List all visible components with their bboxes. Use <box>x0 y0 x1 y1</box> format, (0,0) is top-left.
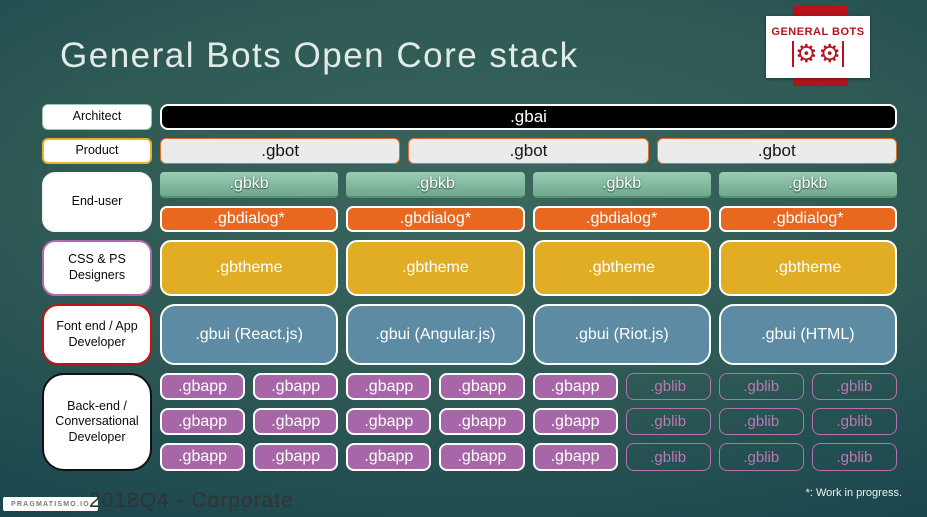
gear-icon: ⚙ <box>818 39 841 68</box>
gbapp-box: .gbapp <box>346 408 432 435</box>
gbot-box: .gbot <box>656 138 897 164</box>
gbtheme-box: .gbtheme <box>718 240 897 296</box>
gbdialog-box: .gbdialog* <box>346 206 525 232</box>
gbapp-box: .gbapp <box>160 408 246 435</box>
layer-gbai: .gbai <box>160 104 897 130</box>
gbapp-box: .gbapp <box>439 443 525 471</box>
logo-gears: ⚙ ⚙ <box>791 39 845 69</box>
gbapp-box: .gbapp <box>160 373 246 400</box>
role-label-end-user: End-user <box>42 172 152 232</box>
gblib-box: .gblib <box>625 373 711 400</box>
slide-label: 2018Q4 - Corporate <box>89 489 294 512</box>
layer-backend-row-1: .gbapp .gbapp .gbapp .gbapp .gbapp .gbli… <box>160 373 897 400</box>
gear-icon: ⚙ <box>795 39 818 68</box>
gbkb-box: .gbkb <box>718 172 897 198</box>
gbtheme-box: .gbtheme <box>160 240 339 296</box>
gbai-box: .gbai <box>160 104 897 130</box>
gblib-box: .gblib <box>811 373 897 400</box>
gblib-box: .gblib <box>718 408 804 435</box>
logo-brand-text: GENERAL BOTS <box>771 25 865 38</box>
gbapp-box: .gbapp <box>532 373 618 400</box>
gbtheme-box: .gbtheme <box>532 240 711 296</box>
logo-left-bar <box>791 40 795 67</box>
gbkb-box: .gbkb <box>160 172 339 198</box>
gbapp-box: .gbapp <box>439 408 525 435</box>
gbdialog-box: .gbdialog* <box>718 206 897 232</box>
gbui-riot-box: .gbui (Riot.js) <box>532 304 711 365</box>
layer-gbot: .gbot .gbot .gbot <box>160 138 897 164</box>
gbot-box: .gbot <box>160 138 401 164</box>
gbtheme-box: .gbtheme <box>346 240 525 296</box>
role-label-frontend-developer: Font end / App Developer <box>42 304 152 365</box>
layer-gbkb: .gbkb .gbkb .gbkb .gbkb <box>160 172 897 198</box>
gblib-box: .gblib <box>625 443 711 471</box>
slide: General Bots Open Core stack GENERAL BOT… <box>0 0 927 517</box>
gbapp-box: .gbapp <box>532 408 618 435</box>
role-label-architect: Architect <box>42 104 152 130</box>
logo-right-bar <box>841 40 845 67</box>
gbapp-box: .gbapp <box>253 408 339 435</box>
gbui-react-box: .gbui (React.js) <box>160 304 339 365</box>
general-bots-logo: GENERAL BOTS ⚙ ⚙ <box>766 16 870 78</box>
role-label-designers: CSS & PS Designers <box>42 240 152 296</box>
gblib-box: .gblib <box>811 443 897 471</box>
page-title: General Bots Open Core stack <box>60 36 579 75</box>
gblib-box: .gblib <box>811 408 897 435</box>
gbkb-box: .gbkb <box>346 172 525 198</box>
gbapp-box: .gbapp <box>346 373 432 400</box>
pragmatismo-logo: PRAGMATISMO.IO <box>3 497 98 511</box>
gbui-html-box: .gbui (HTML) <box>718 304 897 365</box>
layer-gbdialog: .gbdialog* .gbdialog* .gbdialog* .gbdial… <box>160 206 897 232</box>
layer-backend-row-2: .gbapp .gbapp .gbapp .gbapp .gbapp .gbli… <box>160 408 897 435</box>
gbapp-box: .gbapp <box>160 443 246 471</box>
work-in-progress-note: *: Work in progress. <box>805 487 902 499</box>
gblib-box: .gblib <box>718 373 804 400</box>
layer-gbtheme: .gbtheme .gbtheme .gbtheme .gbtheme <box>160 240 897 296</box>
role-label-backend-developer: Back-end / Conversational Developer <box>42 373 152 471</box>
stack-diagram: Architect Product End-user CSS & PS Desi… <box>42 104 897 471</box>
gbdialog-box: .gbdialog* <box>160 206 339 232</box>
gbapp-box: .gbapp <box>532 443 618 471</box>
gbapp-box: .gbapp <box>253 443 339 471</box>
gbapp-box: .gbapp <box>439 373 525 400</box>
gblib-box: .gblib <box>718 443 804 471</box>
gbot-box: .gbot <box>408 138 649 164</box>
gbapp-box: .gbapp <box>253 373 339 400</box>
layer-backend-row-3: .gbapp .gbapp .gbapp .gbapp .gbapp .gbli… <box>160 443 897 471</box>
gblib-box: .gblib <box>625 408 711 435</box>
role-label-product: Product <box>42 138 152 164</box>
gbkb-box: .gbkb <box>532 172 711 198</box>
gbdialog-box: .gbdialog* <box>532 206 711 232</box>
gbapp-box: .gbapp <box>346 443 432 471</box>
gbui-angular-box: .gbui (Angular.js) <box>346 304 525 365</box>
layer-gbui: .gbui (React.js) .gbui (Angular.js) .gbu… <box>160 304 897 365</box>
